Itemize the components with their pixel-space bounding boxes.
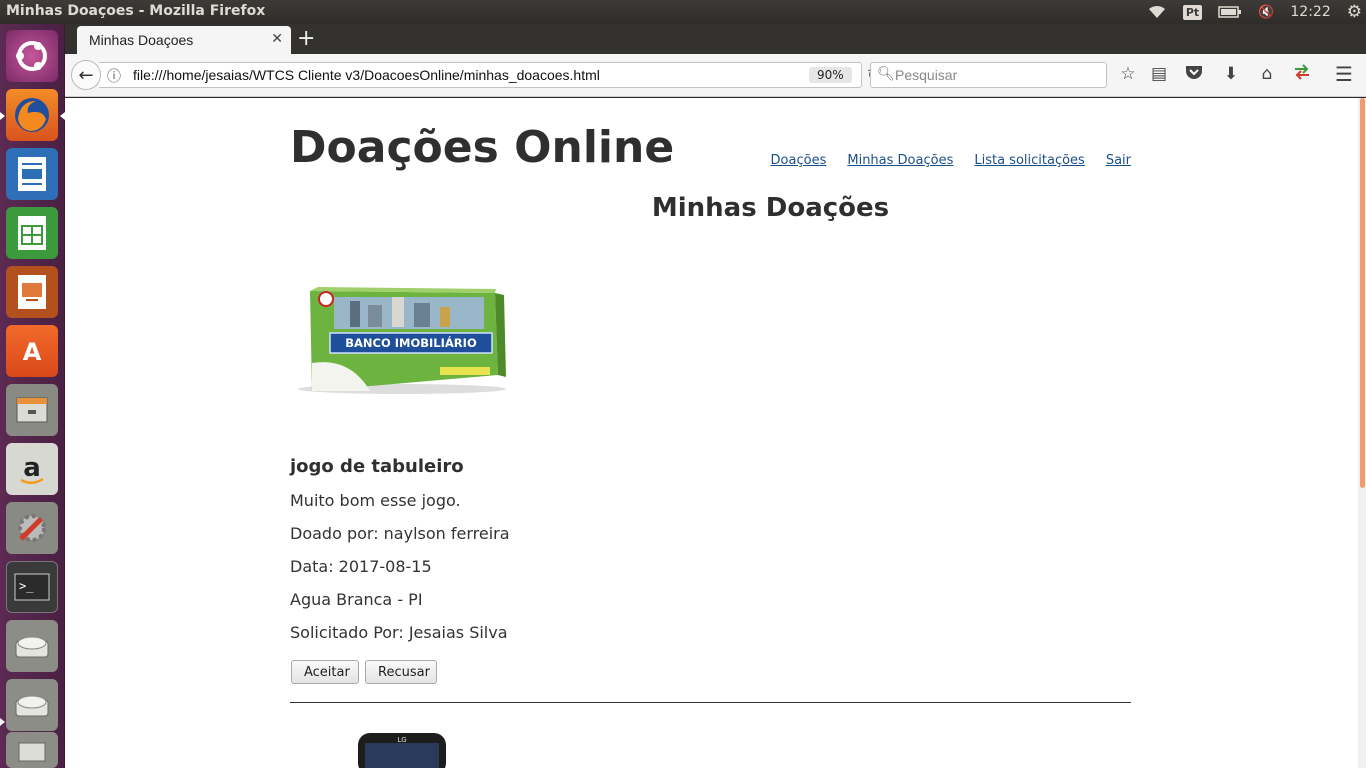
url-bar[interactable]: ⓘ file:///home/jesaias/WTCS Cliente v3/D…: [99, 62, 880, 88]
zoom-indicator[interactable]: 90%: [809, 67, 852, 83]
system-gear-icon[interactable]: ⚙: [1347, 2, 1362, 22]
volume-muted-icon[interactable]: 🔇: [1258, 5, 1274, 20]
impress-icon[interactable]: [6, 266, 58, 318]
nav-link-sair[interactable]: Sair: [1106, 153, 1131, 168]
next-donation-image-label: LG: [397, 736, 406, 744]
home-icon[interactable]: ⌂: [1256, 64, 1278, 84]
running-indicator: [0, 718, 5, 726]
terminal-icon[interactable]: >_: [6, 561, 58, 613]
top-panel: Minhas Doaçoes - Mozilla Firefox Pt 🔇 12…: [0, 0, 1366, 24]
donation-location: Agua Branca - PI: [290, 590, 423, 609]
writer-icon[interactable]: [6, 148, 58, 200]
back-arrow-icon: ←: [78, 64, 94, 86]
tab-minhas-doacoes[interactable]: Minhas Doaçoes ✕: [77, 26, 291, 54]
next-donation-image: LG: [358, 733, 446, 768]
drive-icon[interactable]: [6, 620, 58, 672]
clock[interactable]: 12:22: [1290, 4, 1330, 20]
item-divider: [290, 702, 1131, 703]
svg-text:A: A: [23, 338, 42, 366]
donation-image: BANCO IMOBILIÁRIO: [298, 287, 506, 394]
page-viewport: Doações Online Doações Minhas Doações Li…: [65, 98, 1358, 768]
window-title: Minhas Doaçoes - Mozilla Firefox: [6, 3, 266, 19]
nav-link-lista-solicitacoes[interactable]: Lista solicitações: [974, 153, 1084, 168]
wifi-icon[interactable]: [1147, 5, 1167, 19]
amazon-icon[interactable]: a: [6, 443, 58, 495]
downloads-icon[interactable]: ⬇: [1220, 64, 1242, 84]
site-title: Doações Online: [290, 122, 675, 173]
tab-title: Minhas Doaçoes: [89, 32, 194, 48]
battery-icon[interactable]: [1218, 6, 1242, 18]
page-scrollbar-thumb[interactable]: [1360, 98, 1365, 488]
tab-bar: Minhas Doaçoes ✕ +: [65, 24, 1366, 54]
new-tab-button[interactable]: +: [297, 27, 315, 51]
back-button[interactable]: ←: [71, 60, 101, 90]
sync-arrows-icon[interactable]: [1291, 64, 1313, 85]
system-settings-icon[interactable]: [6, 502, 58, 554]
drive-icon[interactable]: [6, 679, 58, 731]
files-icon[interactable]: [6, 384, 58, 436]
page-heading: Minhas Doações: [651, 193, 890, 223]
trash-icon[interactable]: [6, 732, 58, 768]
reading-list-icon[interactable]: ▤: [1148, 64, 1170, 84]
system-tray: Pt 🔇 12:22 ⚙: [1131, 0, 1366, 24]
url-text[interactable]: file:///home/jesaias/WTCS Cliente v3/Doa…: [133, 67, 600, 83]
close-icon[interactable]: ✕: [271, 31, 283, 47]
donation-description: Muito bom esse jogo.: [290, 491, 461, 510]
reject-button[interactable]: Recusar: [365, 660, 437, 684]
donation-donor: Doado por: naylson ferreira: [290, 524, 510, 543]
keyboard-language-indicator[interactable]: Pt: [1182, 4, 1203, 20]
bookmark-star-icon[interactable]: ☆: [1117, 64, 1139, 84]
ubuntu-dash-icon[interactable]: [6, 30, 58, 82]
svg-text:>_: >_: [19, 579, 34, 593]
donation-title: jogo de tabuleiro: [290, 456, 464, 477]
search-placeholder: Pesquisar: [895, 67, 958, 83]
info-icon[interactable]: ⓘ: [107, 66, 121, 86]
donation-date: Data: 2017-08-15: [290, 557, 432, 576]
site-nav: Doações Minhas Doações Lista solicitaçõe…: [771, 153, 1131, 168]
donation-image-label: BANCO IMOBILIÁRIO: [345, 335, 477, 350]
pocket-icon[interactable]: [1183, 64, 1205, 85]
search-input[interactable]: 🔍︎ Pesquisar: [870, 62, 1107, 88]
nav-link-minhas-doacoes[interactable]: Minhas Doações: [847, 153, 953, 168]
menu-icon[interactable]: ☰: [1333, 62, 1355, 86]
running-indicator: [0, 112, 5, 120]
donation-requester: Solicitado Por: Jesaias Silva: [290, 623, 508, 642]
accept-button[interactable]: Aceitar: [291, 660, 359, 684]
search-icon: 🔍︎: [877, 66, 895, 82]
navigation-toolbar: ⓘ file:///home/jesaias/WTCS Cliente v3/D…: [65, 54, 1366, 97]
launcher: A a >_: [0, 24, 65, 768]
firefox-icon[interactable]: [6, 89, 58, 141]
nav-link-doacoes[interactable]: Doações: [771, 153, 827, 168]
svg-text:a: a: [23, 453, 41, 483]
software-center-icon[interactable]: A: [6, 325, 58, 377]
calc-icon[interactable]: [6, 207, 58, 259]
